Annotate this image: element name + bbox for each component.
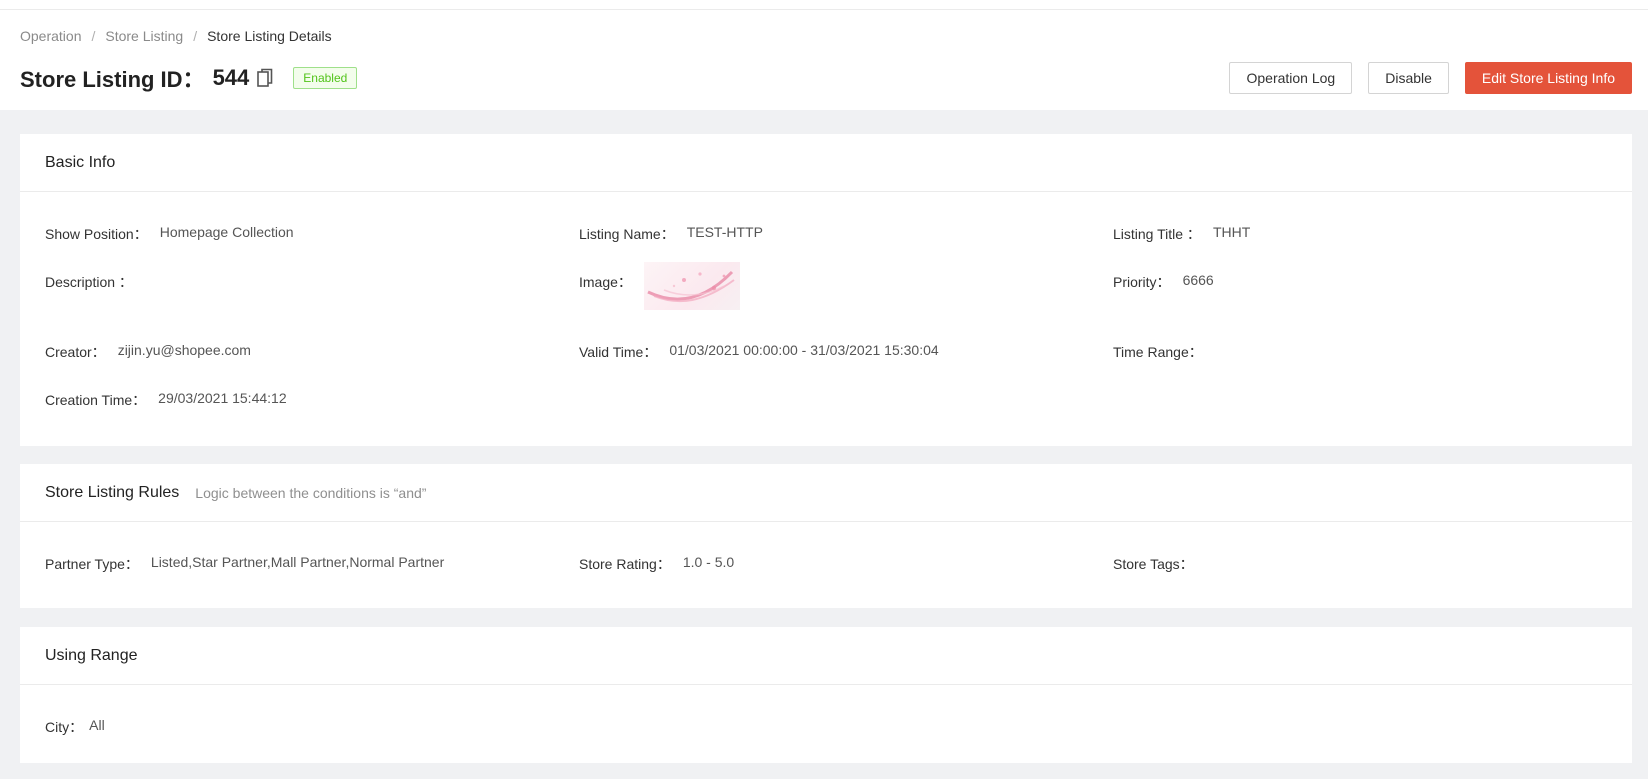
store-listing-rules-card: Store Listing Rules Logic between the co… xyxy=(20,464,1632,608)
rules-header: Store Listing Rules Logic between the co… xyxy=(20,464,1632,522)
creation-time-label: Creation Time： xyxy=(45,392,147,408)
priority-label: Priority： xyxy=(1113,274,1171,290)
basic-info-header: Basic Info xyxy=(20,134,1632,192)
field-listing-name: Listing Name： TEST-HTTP xyxy=(579,224,763,244)
listing-name-label: Listing Name： xyxy=(579,226,675,242)
rules-title: Store Listing Rules xyxy=(45,483,180,501)
field-city: City： All xyxy=(45,717,105,737)
valid-time-label: Valid Time： xyxy=(579,344,658,360)
city-label: City： xyxy=(45,719,84,735)
field-time-range: Time Range： xyxy=(1113,342,1215,362)
copy-icon[interactable] xyxy=(257,68,273,88)
field-priority: Priority： 6666 xyxy=(1113,272,1214,292)
breadcrumb-current: Store Listing Details xyxy=(207,28,332,44)
listing-title-label: Listing Title ： xyxy=(1113,226,1201,242)
header-actions: Operation Log Disable Edit Store Listing… xyxy=(1229,62,1632,94)
description-label: Description ： xyxy=(45,274,133,290)
creator-label: Creator： xyxy=(45,344,106,360)
listing-image-thumbnail[interactable] xyxy=(643,262,740,310)
page-title-label: Store Listing ID： xyxy=(20,67,205,92)
disable-button[interactable]: Disable xyxy=(1368,62,1449,94)
field-store-rating: Store Rating： 1.0 - 5.0 xyxy=(579,554,734,574)
basic-info-title: Basic Info xyxy=(45,153,116,171)
field-creation-time: Creation Time： 29/03/2021 15:44:12 xyxy=(45,390,287,410)
creator-value: zijin.yu@shopee.com xyxy=(117,342,251,358)
edit-store-listing-button[interactable]: Edit Store Listing Info xyxy=(1464,62,1632,94)
page-header: Operation / Store Listing / Store Listin… xyxy=(0,10,1648,110)
breadcrumb-item-operation[interactable]: Operation xyxy=(20,28,81,44)
city-value: All xyxy=(89,717,105,733)
listing-name-value: TEST-HTTP xyxy=(686,224,763,240)
using-range-card: Using Range City： All xyxy=(20,627,1632,763)
page-title: Store Listing ID： 544 Enabled xyxy=(20,63,358,93)
field-valid-time: Valid Time： 01/03/2021 00:00:00 - 31/03/… xyxy=(579,342,939,362)
field-store-tags: Store Tags： xyxy=(1113,554,1206,574)
field-description: Description ： xyxy=(45,272,145,292)
valid-time-value: 01/03/2021 00:00:00 - 31/03/2021 15:30:0… xyxy=(669,342,939,358)
using-range-header: Using Range xyxy=(20,627,1632,685)
field-listing-title: Listing Title ： THHT xyxy=(1113,224,1250,244)
breadcrumb-item-store-listing[interactable]: Store Listing xyxy=(105,28,183,44)
creation-time-value: 29/03/2021 15:44:12 xyxy=(158,390,287,406)
store-rating-value: 1.0 - 5.0 xyxy=(682,554,735,570)
show-position-value: Homepage Collection xyxy=(159,224,294,240)
partner-type-value: Listed,Star Partner,Mall Partner,Normal … xyxy=(150,554,445,570)
show-position-label: Show Position： xyxy=(45,226,148,242)
listing-title-value: THHT xyxy=(1212,224,1251,240)
breadcrumb: Operation / Store Listing / Store Listin… xyxy=(20,28,332,44)
field-image: Image： xyxy=(579,262,740,310)
partner-type-label: Partner Type： xyxy=(45,556,139,572)
operation-log-button[interactable]: Operation Log xyxy=(1229,62,1353,94)
rules-subtitle: Logic between the conditions is “and” xyxy=(195,484,427,501)
store-tags-label: Store Tags： xyxy=(1113,556,1194,572)
field-creator: Creator： zijin.yu@shopee.com xyxy=(45,342,251,362)
image-label: Image： xyxy=(579,274,632,290)
breadcrumb-separator: / xyxy=(91,28,96,44)
time-range-label: Time Range： xyxy=(1113,344,1203,360)
listing-id: 544 xyxy=(212,65,250,90)
field-partner-type: Partner Type： Listed,Star Partner,Mall P… xyxy=(45,554,444,574)
basic-info-card: Basic Info Show Position： Homepage Colle… xyxy=(20,134,1632,446)
breadcrumb-separator: / xyxy=(193,28,198,44)
status-badge: Enabled xyxy=(293,67,358,89)
top-bar xyxy=(0,0,1648,10)
field-show-position: Show Position： Homepage Collection xyxy=(45,224,294,244)
using-range-title: Using Range xyxy=(45,646,138,664)
store-rating-label: Store Rating： xyxy=(579,556,671,572)
priority-value: 6666 xyxy=(1182,272,1214,288)
